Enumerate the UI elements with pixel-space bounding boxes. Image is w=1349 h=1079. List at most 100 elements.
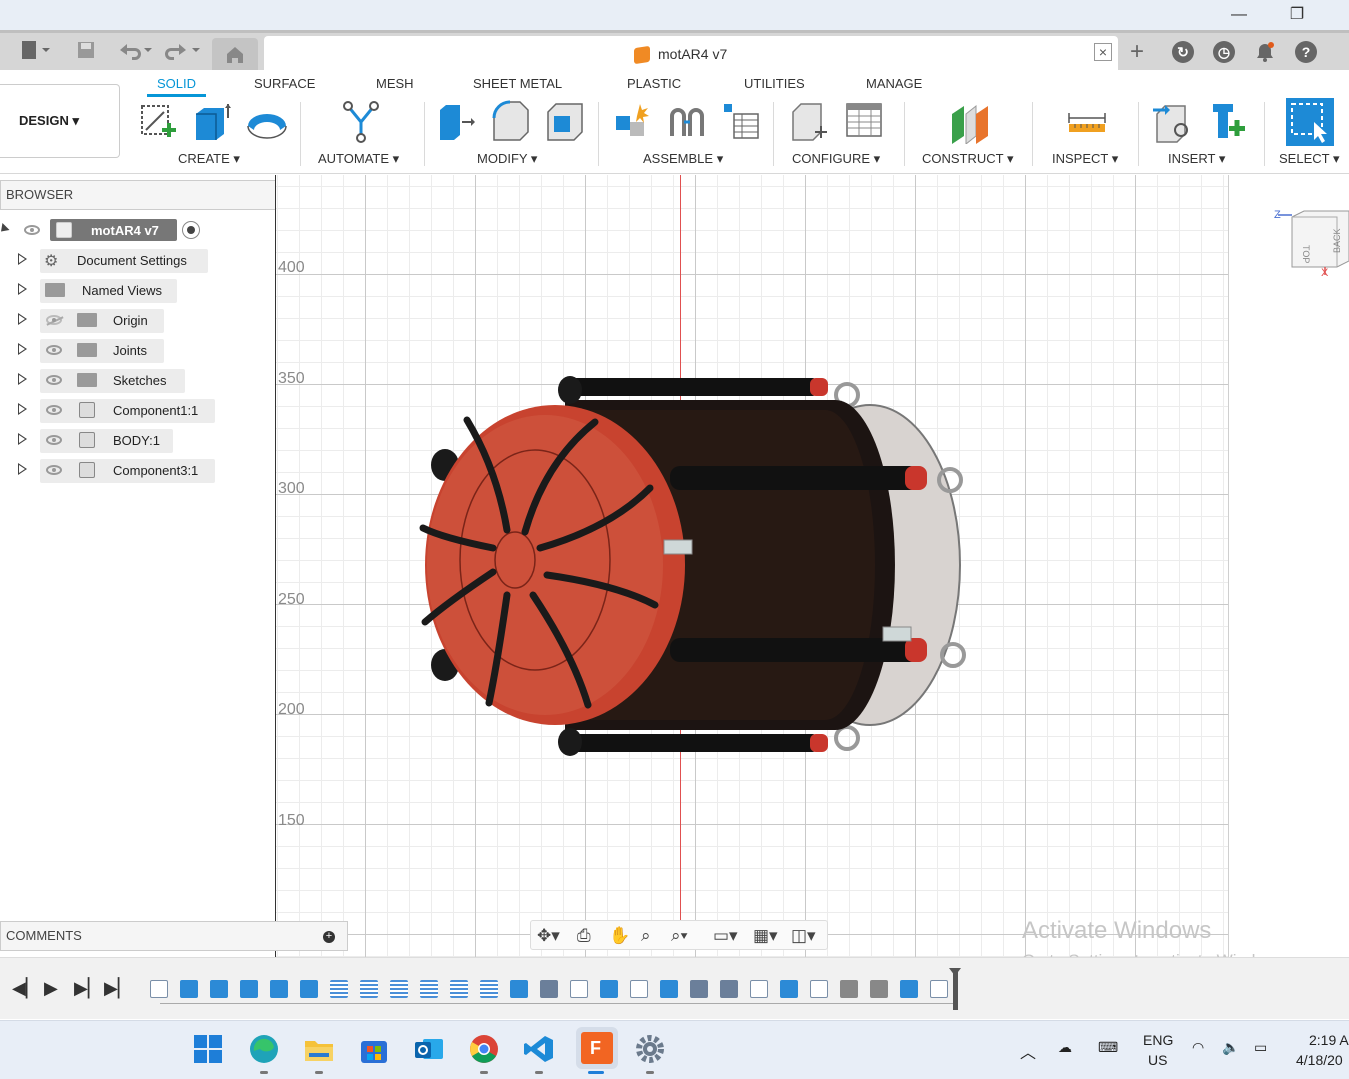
language-code[interactable]: ENG: [1143, 1032, 1173, 1048]
expand-triangle-icon[interactable]: [18, 313, 27, 325]
timeline-feature-body-icon[interactable]: [210, 980, 228, 998]
timeline-feature-plane-icon[interactable]: [420, 980, 438, 998]
configure-menu[interactable]: CONFIGURE ▾: [792, 151, 880, 167]
expand-triangle-icon[interactable]: [18, 283, 27, 295]
restore-button[interactable]: ❐: [1282, 4, 1312, 26]
expand-triangle-icon[interactable]: [18, 373, 27, 385]
tab-solid[interactable]: SOLID: [146, 76, 207, 97]
visibility-eye-icon[interactable]: [46, 345, 62, 355]
timeline-feature-comp-icon[interactable]: [870, 980, 888, 998]
tree-root[interactable]: motAR4 v7: [0, 219, 276, 241]
timeline-feature-sketch-icon[interactable]: [810, 980, 828, 998]
settings-icon[interactable]: [634, 1033, 666, 1065]
timeline-feature-body-icon[interactable]: [600, 980, 618, 998]
activate-radio-icon[interactable]: [182, 221, 200, 239]
timeline-feature-body-icon[interactable]: [240, 980, 258, 998]
timeline-feature-sketch-icon[interactable]: [150, 980, 168, 998]
edge-icon[interactable]: [248, 1033, 280, 1065]
tree-node-body1[interactable]: BODY:1: [0, 429, 276, 453]
timeline-feature-revolve-icon[interactable]: [660, 980, 678, 998]
timeline-feature-joint-icon[interactable]: [540, 980, 558, 998]
configuration-table-icon[interactable]: [843, 100, 883, 144]
save-icon[interactable]: [76, 39, 96, 65]
tree-node-sketches[interactable]: Sketches: [0, 369, 276, 393]
document-tab[interactable]: motAR4 v7 ×: [264, 36, 1118, 73]
end-icon[interactable]: ▶▏: [104, 978, 132, 999]
extensions-icon[interactable]: ↻: [1172, 41, 1194, 63]
minimize-button[interactable]: —: [1224, 4, 1254, 26]
assemble-menu[interactable]: ASSEMBLE ▾: [643, 151, 723, 167]
vscode-icon[interactable]: [523, 1033, 555, 1065]
modify-menu[interactable]: MODIFY ▾: [477, 151, 537, 167]
tab-mesh[interactable]: MESH: [376, 76, 414, 91]
clock-date[interactable]: 4/18/20: [1296, 1052, 1343, 1068]
file-explorer-icon[interactable]: [303, 1033, 335, 1065]
select-menu[interactable]: SELECT ▾: [1279, 151, 1339, 167]
chrome-icon[interactable]: [468, 1033, 500, 1065]
keyboard-icon[interactable]: ⌨: [1098, 1039, 1118, 1056]
tab-plastic[interactable]: PLASTIC: [627, 76, 681, 91]
tray-overflow-icon[interactable]: ︿: [1020, 1039, 1036, 1063]
orbit-icon[interactable]: ✥▾: [537, 926, 560, 946]
timeline-feature-plane-icon[interactable]: [360, 980, 378, 998]
create-sketch-icon[interactable]: [138, 100, 178, 144]
timeline-feature-body-icon[interactable]: [780, 980, 798, 998]
job-status-icon[interactable]: ◷: [1213, 41, 1235, 63]
file-menu-icon[interactable]: [20, 39, 52, 65]
expand-triangle-icon[interactable]: [0, 222, 10, 236]
tab-utilities[interactable]: UTILITIES: [744, 76, 805, 91]
revolve-icon[interactable]: [246, 100, 287, 144]
visibility-eye-icon[interactable]: [46, 375, 62, 385]
expand-triangle-icon[interactable]: [18, 343, 27, 355]
fusion360-icon[interactable]: F: [576, 1027, 618, 1069]
tree-node-named-views[interactable]: Named Views: [0, 279, 276, 303]
fit-icon[interactable]: ⌕▾: [671, 926, 688, 946]
insert-mcmaster-icon[interactable]: [1207, 100, 1247, 144]
hidden-eye-icon[interactable]: [46, 315, 62, 325]
battery-icon[interactable]: ▭: [1254, 1039, 1267, 1056]
measure-icon[interactable]: [1066, 100, 1106, 144]
timeline-feature-plane-icon[interactable]: [480, 980, 498, 998]
home-button[interactable]: [212, 38, 258, 70]
visibility-eye-icon[interactable]: [24, 225, 40, 235]
insert-menu[interactable]: INSERT ▾: [1168, 151, 1225, 167]
shell-icon[interactable]: [544, 100, 584, 144]
new-tab-button[interactable]: +: [1130, 39, 1144, 65]
outlook-icon[interactable]: [413, 1033, 445, 1065]
rewind-icon[interactable]: ◀▏: [12, 978, 40, 999]
tab-manage[interactable]: MANAGE: [866, 76, 922, 91]
timeline-feature-plane-icon[interactable]: [450, 980, 468, 998]
clock-time[interactable]: 2:19 A: [1309, 1032, 1349, 1048]
tree-node-component3[interactable]: Component3:1: [0, 459, 276, 483]
look-at-icon[interactable]: ⎙: [577, 926, 591, 946]
timeline-feature-sketch-icon[interactable]: [630, 980, 648, 998]
zoom-icon[interactable]: ⌕: [641, 926, 651, 946]
timeline-feature-body-icon[interactable]: [180, 980, 198, 998]
previous-step-icon[interactable]: ▶: [44, 978, 58, 999]
play-icon[interactable]: ▶▏: [74, 978, 102, 999]
tree-node-component1[interactable]: Component1:1: [0, 399, 276, 423]
motor-model[interactable]: [415, 370, 975, 760]
automate-menu[interactable]: AUTOMATE ▾: [318, 151, 399, 167]
joint-icon[interactable]: [666, 100, 706, 144]
start-icon[interactable]: [192, 1033, 224, 1065]
automate-icon[interactable]: [340, 100, 380, 144]
select-icon[interactable]: [1286, 98, 1334, 146]
timeline-feature-joint-icon[interactable]: [690, 980, 708, 998]
new-component-icon[interactable]: [612, 100, 652, 144]
volume-icon[interactable]: 🔈: [1222, 1039, 1239, 1056]
visibility-eye-icon[interactable]: [46, 465, 62, 475]
viewports-icon[interactable]: ◫▾: [791, 926, 816, 946]
press-pull-icon[interactable]: [436, 100, 476, 144]
visibility-eye-icon[interactable]: [46, 405, 62, 415]
expand-triangle-icon[interactable]: [18, 253, 27, 265]
wifi-icon[interactable]: ◠: [1192, 1039, 1204, 1056]
expand-triangle-icon[interactable]: [18, 403, 27, 415]
expand-triangle-icon[interactable]: [18, 463, 27, 475]
timeline-feature-joint-icon[interactable]: [720, 980, 738, 998]
timeline-feature-body-icon[interactable]: [300, 980, 318, 998]
configure-icon[interactable]: [789, 100, 829, 144]
display-settings-icon[interactable]: ▭▾: [713, 926, 738, 946]
tab-surface[interactable]: SURFACE: [254, 76, 315, 91]
expand-triangle-icon[interactable]: [18, 433, 27, 445]
